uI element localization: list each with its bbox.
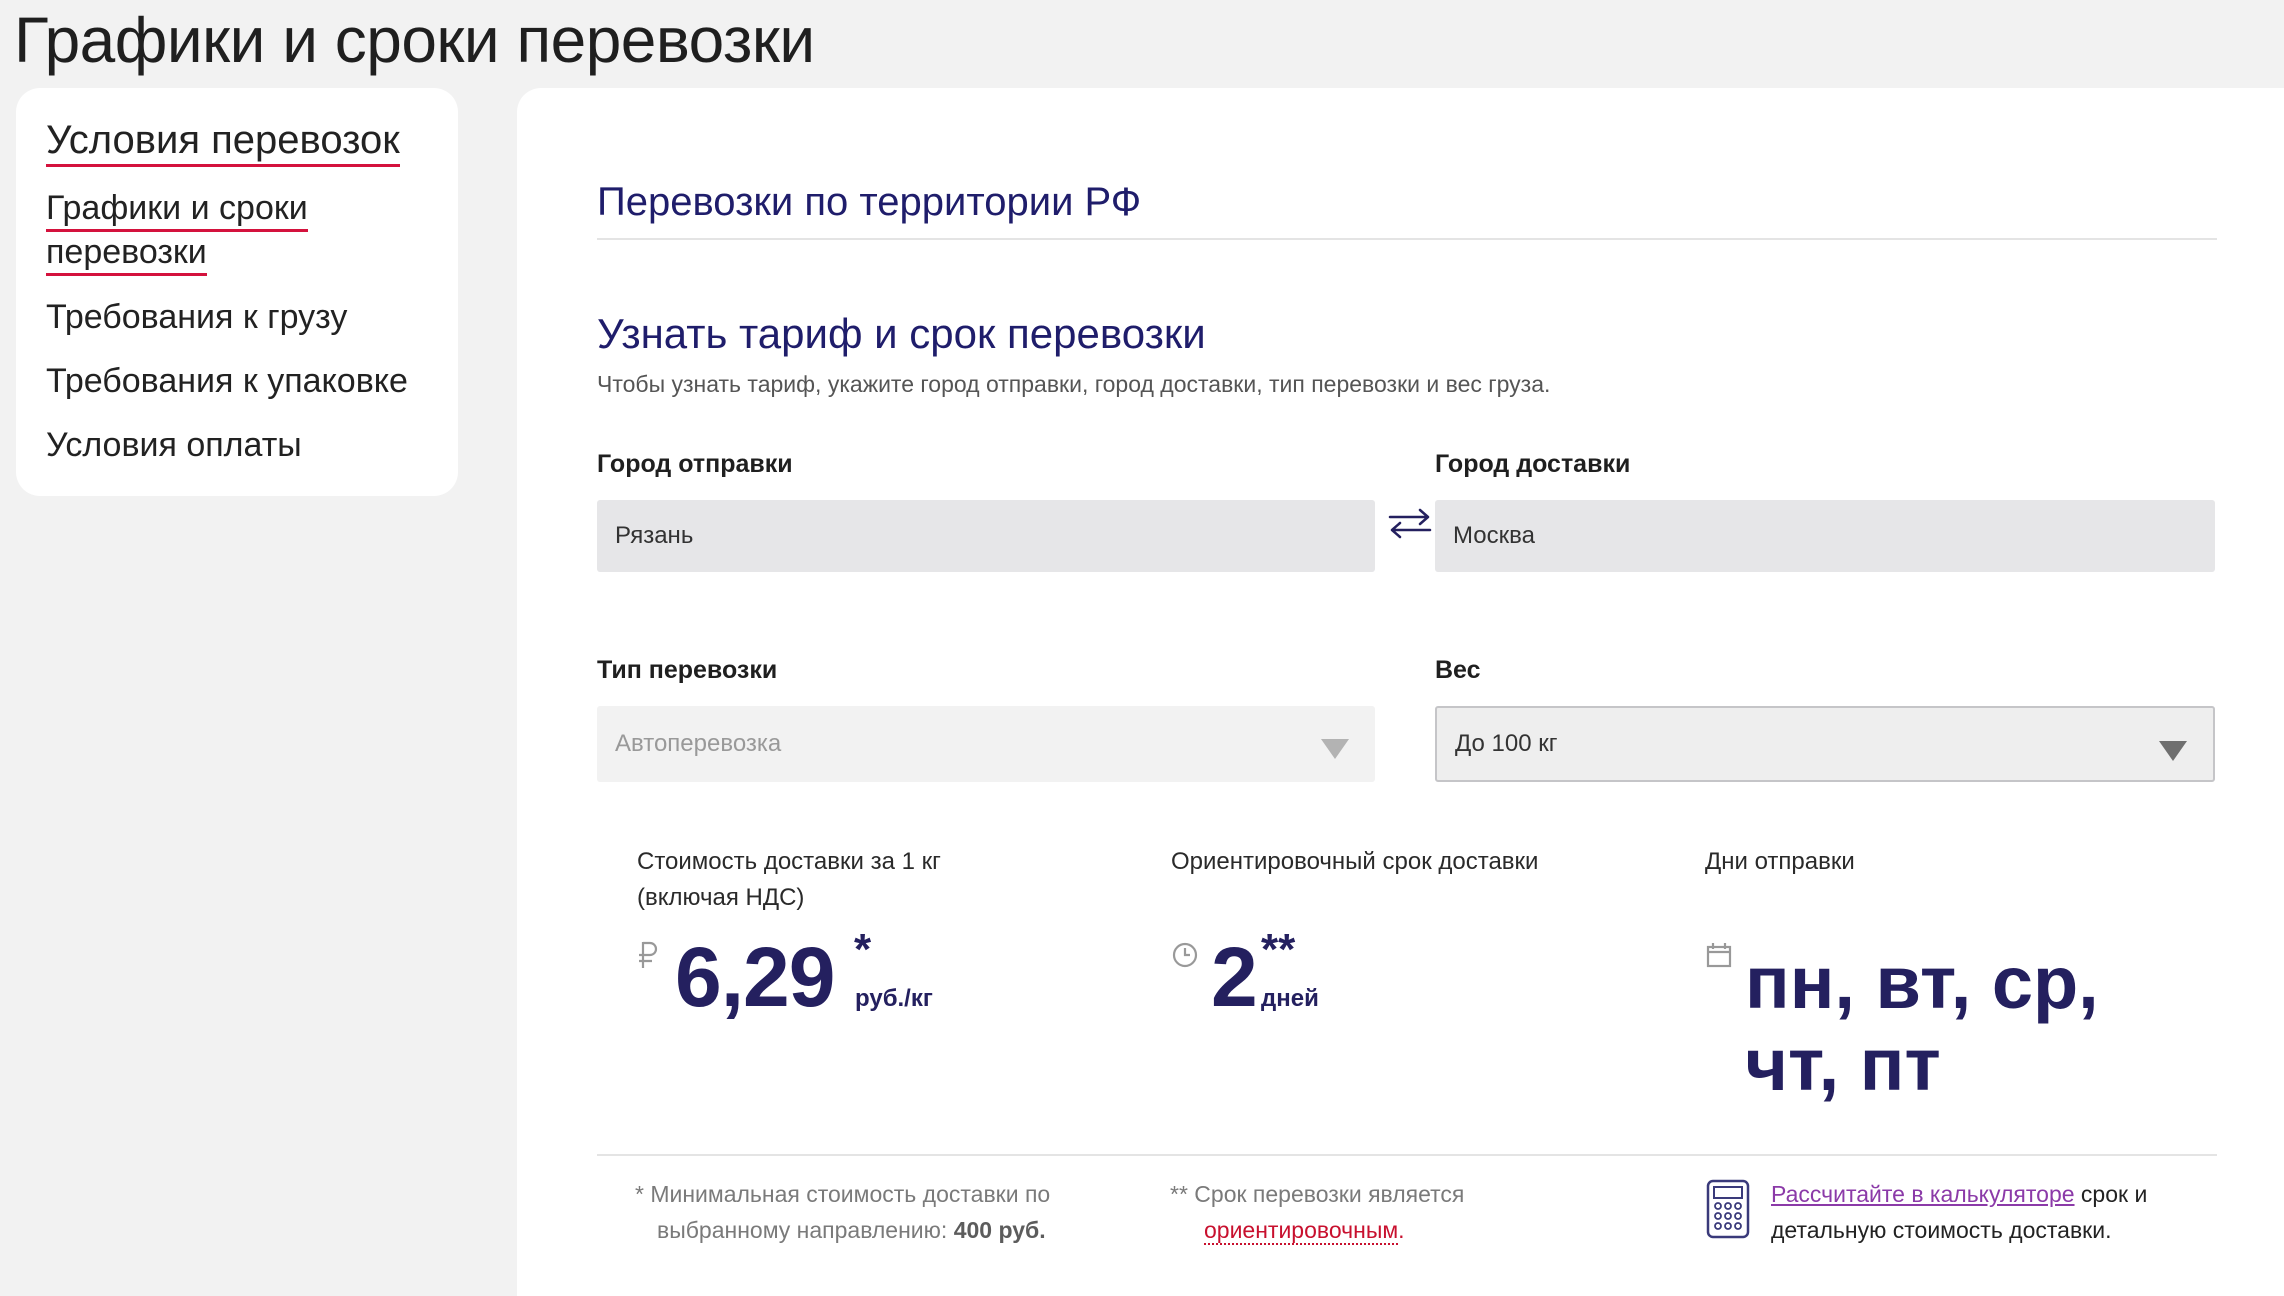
sidebar-item-label: Требования к упаковке xyxy=(46,362,408,400)
term-value: 2 xyxy=(1211,930,1258,1024)
calculator-note: Рассчитайте в калькуляторе срок и деталь… xyxy=(1771,1176,2147,1248)
from-city-input[interactable]: Рязань xyxy=(597,500,1375,572)
page-title: Графики и сроки перевозки xyxy=(14,4,815,76)
sidebar-item-label: Условия оплаты xyxy=(46,426,302,464)
calculator-note-line2: детальную стоимость доставки. xyxy=(1771,1217,2112,1243)
sidebar-item-payment-conditions[interactable]: Условия оплаты xyxy=(46,423,302,467)
term-unit: дней xyxy=(1261,985,1319,1012)
sidebar-item-cargo-requirements[interactable]: Требования к грузу xyxy=(46,295,347,339)
chevron-down-icon xyxy=(2159,741,2187,761)
divider xyxy=(597,238,2217,240)
term-note: ** Срок перевозки является ориентировочн… xyxy=(1170,1176,1464,1248)
divider xyxy=(597,1154,2217,1156)
cost-unit: руб./кг xyxy=(855,985,933,1012)
sidebar-item-label: перевозки xyxy=(46,233,207,276)
sidebar-item-transport-conditions[interactable]: Условия перевозок xyxy=(46,118,400,167)
calculator-link[interactable]: Рассчитайте в калькуляторе xyxy=(1771,1181,2075,1207)
chevron-down-icon xyxy=(1321,739,1349,759)
sidebar-item-schedules[interactable]: Графики и сроки перевозки xyxy=(46,186,308,276)
ruble-icon xyxy=(639,941,658,968)
term-footnote-mark: ** xyxy=(1261,925,1296,974)
calculator-note-rest: срок и xyxy=(2074,1181,2148,1207)
calendar-icon xyxy=(1706,943,1732,968)
sidebar-item-packaging-requirements[interactable]: Требования к упаковке xyxy=(46,359,408,403)
calculator-title: Узнать тариф и срок перевозки xyxy=(597,310,1206,357)
clock-icon xyxy=(1172,942,1198,968)
sidebar-item-label: Условия перевозок xyxy=(46,118,400,167)
to-city-input[interactable]: Москва xyxy=(1435,500,2215,572)
days-label: Дни отправки xyxy=(1705,848,1855,875)
min-cost-note-line1: * Минимальная стоимость доставки по xyxy=(635,1181,1051,1207)
from-city-value: Рязань xyxy=(615,522,694,549)
cost-value: 6,29 xyxy=(675,930,835,1024)
cost-label-line1: Стоимость доставки за 1 кг xyxy=(637,848,941,875)
weight-select[interactable]: До 100 кг xyxy=(1435,706,2215,782)
to-city-label: Город доставки xyxy=(1435,450,1631,478)
sidebar-item-label: Графики и сроки xyxy=(46,189,308,232)
shipping-days-line2: чт, пт xyxy=(1745,1023,1941,1106)
sidebar: Условия перевозок Графики и сроки перево… xyxy=(16,88,458,496)
min-cost-note: * Минимальная стоимость доставки по выбр… xyxy=(635,1176,1050,1248)
transport-type-select[interactable]: Автоперевозка xyxy=(597,706,1375,782)
transport-type-label: Тип перевозки xyxy=(597,656,778,684)
calculator-subtitle: Чтобы узнать тариф, укажите город отправ… xyxy=(597,371,1551,397)
weight-value: До 100 кг xyxy=(1455,730,1558,757)
calculator-icon xyxy=(1706,1179,1750,1239)
shipping-days: пн, вт, ср, чт, пт xyxy=(1745,942,2215,1106)
term-note-line1: ** Срок перевозки является xyxy=(1170,1181,1465,1207)
sidebar-item-label: Требования к грузу xyxy=(46,298,348,336)
main-content: Перевозки по территории РФ Узнать тариф … xyxy=(517,88,2284,1296)
term-note-end: . xyxy=(1398,1217,1405,1243)
term-label: Ориентировочный срок доставки xyxy=(1171,848,1539,875)
to-city-value: Москва xyxy=(1453,522,1535,549)
transport-type-value: Автоперевозка xyxy=(615,730,782,757)
swap-cities-icon[interactable] xyxy=(1386,506,1434,540)
section-title: Перевозки по территории РФ xyxy=(597,180,1142,224)
shipping-days-line1: пн, вт, ср, xyxy=(1745,941,2099,1024)
weight-label: Вес xyxy=(1435,656,1481,684)
cost-label: Стоимость доставки за 1 кг (включая НДС) xyxy=(637,844,941,916)
min-cost-value: 400 руб. xyxy=(953,1217,1046,1243)
from-city-label: Город отправки xyxy=(597,450,793,478)
approximate-link[interactable]: ориентировочным xyxy=(1204,1217,1399,1245)
min-cost-note-prefix: выбранному направлению: xyxy=(657,1217,954,1243)
cost-footnote-mark: * xyxy=(854,925,872,974)
cost-label-line2: (включая НДС) xyxy=(637,884,805,911)
